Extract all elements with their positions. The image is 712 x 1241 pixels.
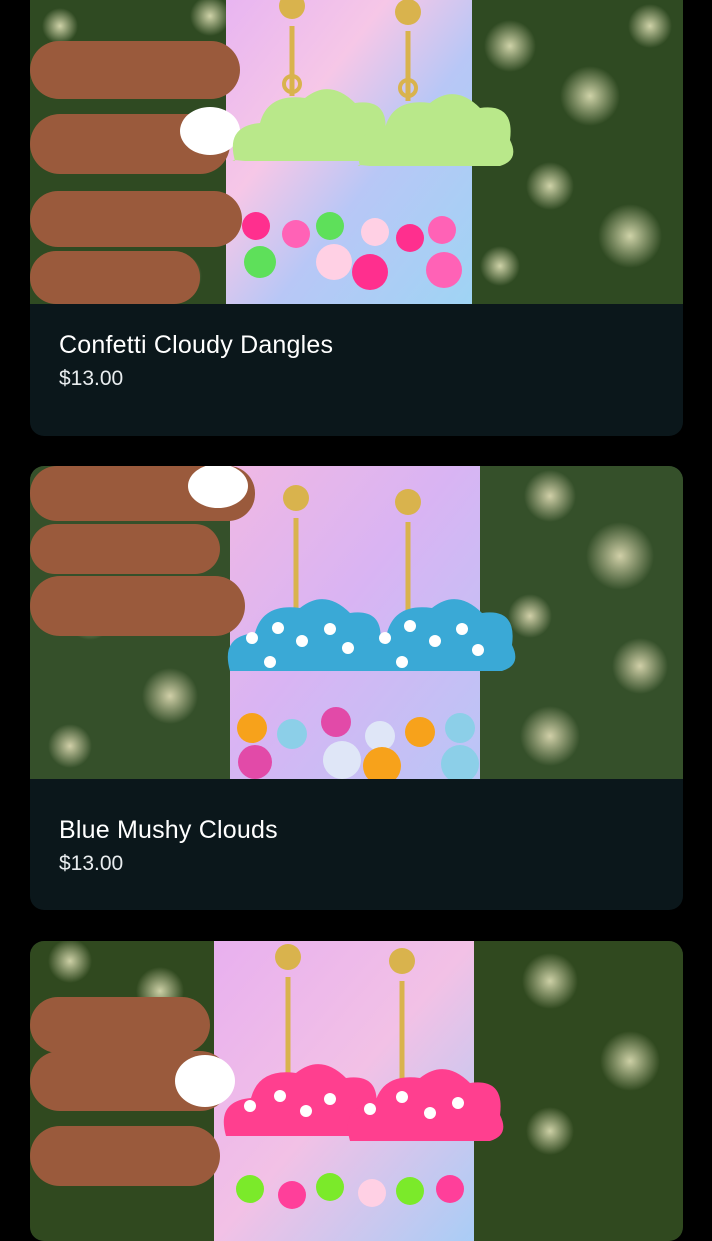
product-image[interactable] <box>30 466 683 779</box>
product-title[interactable]: Blue Mushy Clouds <box>59 815 654 845</box>
earrings-photo <box>30 941 683 1241</box>
product-feed: Confetti Cloudy Dangles $13.00 Blue Mush… <box>0 0 712 1241</box>
product-price: $13.00 <box>59 852 124 875</box>
earrings-photo <box>30 466 683 779</box>
product-image[interactable] <box>30 941 683 1241</box>
product-image[interactable] <box>30 0 683 304</box>
product-card[interactable] <box>30 941 683 1241</box>
product-info: Confetti Cloudy Dangles $13.00 <box>30 304 683 392</box>
earrings-photo <box>30 0 683 304</box>
product-info: Blue Mushy Clouds $13.00 <box>30 779 683 877</box>
product-price: $13.00 <box>59 367 124 390</box>
product-card-blue-mushy-clouds[interactable]: Blue Mushy Clouds $13.00 <box>30 466 683 910</box>
product-card-confetti-cloudy-dangles[interactable]: Confetti Cloudy Dangles $13.00 <box>30 0 683 436</box>
product-title[interactable]: Confetti Cloudy Dangles <box>59 330 654 360</box>
